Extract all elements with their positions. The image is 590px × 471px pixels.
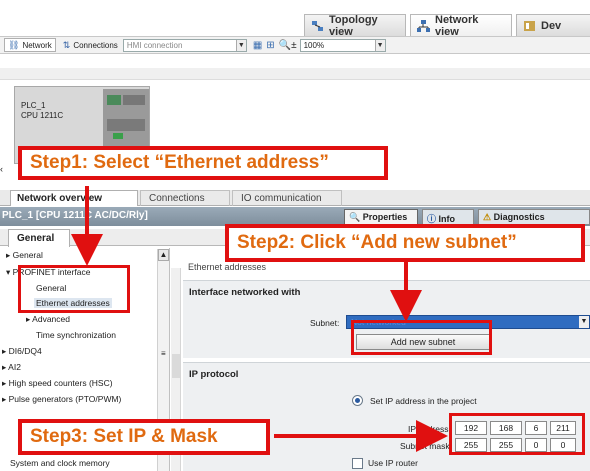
callout-step2: Step2: Click “Add new subnet” [225,224,585,262]
callout-step3-text: Step3: Set IP & Mask [30,426,218,447]
callout-step3: Step3: Set IP & Mask [18,419,270,455]
callout-step1: Step1: Select “Ethernet address” [18,146,388,180]
callout-step2-text: Step2: Click “Add new subnet” [237,232,517,253]
callout-step1-text: Step1: Select “Ethernet address” [30,152,329,173]
